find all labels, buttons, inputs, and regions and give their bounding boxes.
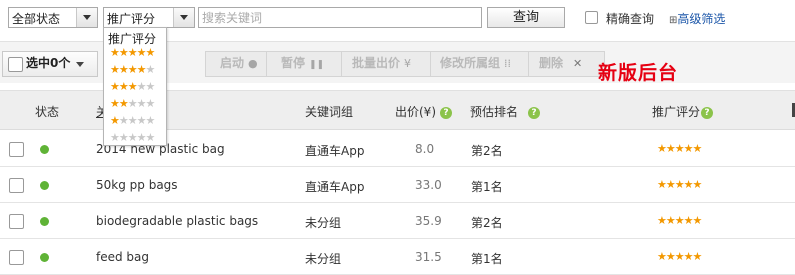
help-icon[interactable]: ?: [528, 107, 541, 119]
exact-match-label: 精确查询: [606, 12, 655, 26]
header-rank: 预估排名?: [470, 103, 541, 120]
stars-filled: ★: [110, 114, 120, 127]
keyword-cell[interactable]: biodegradable plastic bags: [96, 214, 258, 228]
bid-cell[interactable]: 33.0: [415, 178, 442, 192]
stars-filled: ★★: [110, 97, 129, 110]
advanced-filter-link[interactable]: ⊞高级筛选: [669, 10, 725, 27]
rank-cell: 第2名: [471, 144, 503, 158]
chevron-down-icon: [76, 8, 97, 27]
rating-stars: ★★★★★: [657, 214, 702, 227]
row-checkbox[interactable]: [9, 142, 24, 157]
bulk-bid-label: 批量出价: [352, 56, 401, 70]
rating-option[interactable]: ★★★★★: [110, 63, 155, 76]
keyword-cell[interactable]: feed bag: [96, 250, 149, 264]
row-checkbox[interactable]: [9, 250, 24, 265]
rank-cell: 第2名: [471, 216, 503, 230]
new-version-label: 新版后台: [598, 62, 679, 84]
keyword-cell[interactable]: 50kg pp bags: [96, 178, 178, 192]
select-all-checkbox[interactable]: [8, 57, 23, 72]
group-cell: 未分组: [305, 216, 342, 230]
table-row: 50kg pp bags 直通车App 33.0 第1名 ★★★★★: [0, 167, 795, 203]
delete-button[interactable]: 删除 ✕: [528, 51, 605, 77]
select-count-button[interactable]: 选中0个: [2, 51, 98, 77]
header-bid: 出价(¥)?: [395, 103, 452, 120]
rating-option[interactable]: ★★★★★: [110, 46, 155, 59]
bid-cell[interactable]: 35.9: [415, 214, 442, 228]
advanced-filter-label: 高级筛选: [677, 12, 726, 26]
search-input[interactable]: [198, 7, 482, 28]
stars-empty: ★★★★★: [110, 131, 155, 144]
select-count-label: 选中0个: [26, 56, 71, 70]
help-icon[interactable]: ?: [440, 107, 452, 119]
header-status: 状态: [35, 105, 60, 119]
rating-option[interactable]: ★★★★★: [110, 114, 155, 127]
rating-dropdown-menu: 推广评分 ★★★★★ ★★★★★ ★★★★★ ★★★★★ ★★★★★ ★★★★★: [103, 27, 167, 146]
start-label: 启动: [220, 56, 245, 70]
rating-stars: ★★★★★: [657, 250, 702, 263]
rating-option[interactable]: ★★★★★: [110, 97, 156, 110]
row-checkbox[interactable]: [9, 178, 24, 193]
change-group-label: 修改所属组: [440, 56, 501, 70]
bid-cell[interactable]: 31.5: [415, 250, 442, 264]
table-row: feed bag 未分组 31.5 第1名 ★★★★★: [0, 239, 795, 275]
change-group-button[interactable]: 修改所属组 ⁞⁞: [430, 51, 539, 77]
rating-dropdown-header[interactable]: 推广评分: [108, 30, 156, 47]
exact-match-checkbox[interactable]: [585, 11, 598, 24]
stars-filled: ★★★: [110, 80, 138, 93]
header-rating-label: 推广评分: [652, 105, 701, 119]
stars-filled: ★★★★: [110, 63, 146, 76]
table-row: biodegradable plastic bags 未分组 35.9 第2名 …: [0, 203, 795, 239]
status-active-icon: [40, 181, 49, 190]
stars-empty: ★★★: [127, 97, 156, 110]
rating-select-value: 推广评分: [107, 12, 156, 26]
stars-empty: ★★★★: [118, 114, 155, 127]
yen-icon: ¥: [404, 57, 412, 70]
rating-option[interactable]: ★★★★★: [110, 80, 156, 93]
header-bid-label: 出价(¥): [395, 105, 436, 119]
header-group: 关键词组: [305, 105, 354, 119]
status-select-value: 全部状态: [12, 12, 61, 26]
bulk-bid-button[interactable]: 批量出价 ¥: [341, 51, 442, 77]
query-button[interactable]: 查询: [487, 7, 565, 28]
rank-cell: 第1名: [471, 252, 503, 266]
pause-label: 暂停: [281, 56, 306, 70]
group-cell: 未分组: [305, 252, 342, 266]
rating-stars: ★★★★★: [657, 142, 702, 155]
status-active-icon: [40, 253, 49, 262]
pause-button[interactable]: 暂停 ❚❚: [266, 51, 345, 77]
group-icon: ⁞⁞: [504, 57, 512, 70]
help-icon[interactable]: ?: [701, 107, 714, 119]
stars-filled: ★★★★★: [110, 46, 155, 59]
row-checkbox[interactable]: [9, 214, 24, 229]
play-dot-icon: ●: [248, 57, 258, 70]
close-icon: ✕: [573, 57, 583, 70]
rating-option[interactable]: ★★★★★: [110, 131, 155, 144]
status-active-icon: [40, 145, 49, 154]
pause-icon: ❚❚: [309, 60, 325, 70]
status-active-icon: [40, 217, 49, 226]
rank-cell: 第1名: [471, 180, 503, 194]
group-cell: 直通车App: [305, 180, 365, 194]
delete-label: 删除: [539, 56, 564, 70]
header-rank-label: 预估排名: [470, 105, 519, 119]
chevron-down-icon: [76, 62, 84, 67]
rating-select[interactable]: 推广评分: [103, 7, 195, 28]
group-cell: 直通车App: [305, 144, 365, 158]
rating-stars: ★★★★★: [657, 178, 702, 191]
stars-empty: ★★: [136, 80, 156, 93]
status-select[interactable]: 全部状态: [8, 7, 98, 28]
chevron-down-icon: [173, 8, 194, 27]
stars-empty: ★: [145, 63, 155, 76]
bid-cell[interactable]: 8.0: [415, 142, 434, 156]
header-rating: 推广评分?: [652, 103, 714, 120]
